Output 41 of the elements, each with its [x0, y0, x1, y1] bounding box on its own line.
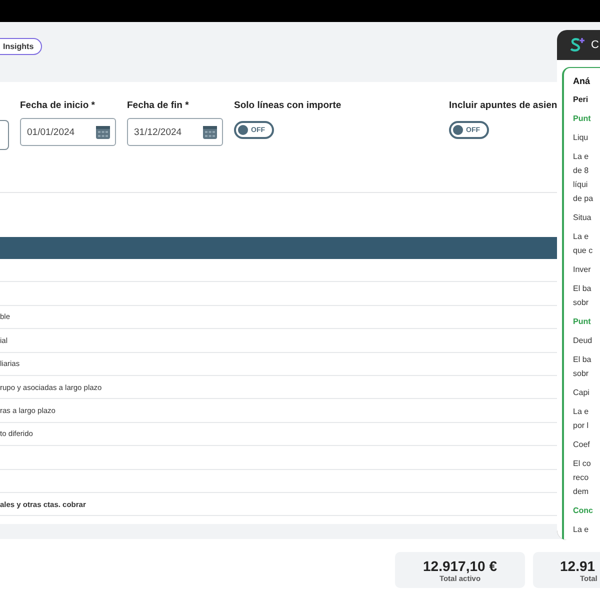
input-field[interactable]	[0, 120, 9, 150]
panel-text: que c	[573, 245, 594, 257]
panel-text: Peri	[573, 94, 590, 106]
sparkle-logo-icon	[569, 37, 585, 53]
calendar-icon	[96, 125, 110, 139]
panel-text: reco	[573, 472, 590, 484]
panel-text: Punt	[573, 316, 592, 328]
field-label: Solo líneas con importe	[234, 100, 342, 111]
panel-title: C	[591, 39, 599, 51]
panel-text: por l	[573, 420, 590, 432]
panel-text: Situa	[573, 212, 592, 224]
insights-button[interactable]: Insights	[0, 38, 42, 55]
total-value: 12.917,10 €	[423, 558, 497, 574]
panel-text: Liqu	[573, 132, 590, 144]
panel-text: El co	[573, 458, 592, 470]
field-label: Incluir apuntes de asien	[449, 100, 558, 111]
field-label: Fecha de inicio *	[20, 100, 96, 111]
panel-text: de 8	[573, 165, 590, 177]
panel-text: El ba	[573, 354, 592, 366]
panel-text: La e	[573, 231, 590, 243]
calendar-icon	[203, 125, 217, 139]
panel-text: La e	[573, 406, 590, 418]
panel-text: Deud	[573, 335, 594, 347]
panel-text: de pa	[573, 193, 594, 205]
field-label: Fecha de fin *	[127, 100, 190, 111]
panel-text: Inver	[573, 264, 592, 276]
panel-text: Aná	[573, 75, 592, 88]
total-value: 12.91	[560, 558, 596, 574]
panel-text: El ba	[573, 283, 592, 295]
panel-text: líqui	[573, 179, 589, 191]
date-field[interactable]: 01/01/2024	[20, 118, 116, 146]
panel-text: Coef	[573, 439, 591, 451]
panel-text: dem	[573, 486, 590, 498]
panel-text: sobr	[573, 297, 590, 309]
panel-text: sobr	[573, 368, 590, 380]
panel-text: Conc	[573, 505, 594, 517]
panel-text: Punt	[573, 113, 592, 125]
date-field[interactable]: 31/12/2024	[127, 118, 223, 146]
panel-text: Capi	[573, 387, 590, 399]
panel-text: La e	[573, 151, 590, 163]
panel-text: La e	[573, 524, 590, 536]
